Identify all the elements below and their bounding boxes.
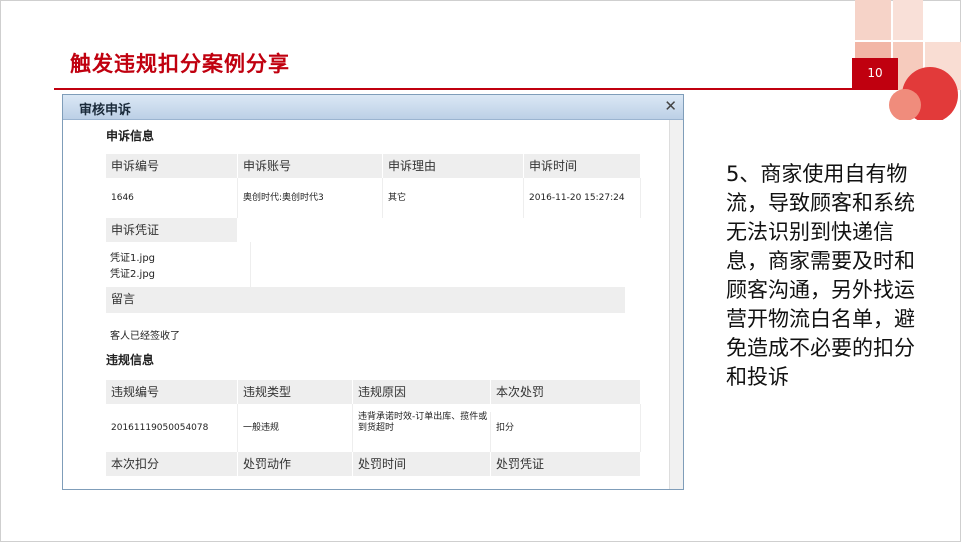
side-note: 5、商家使用自有物流，导致顾客和系统无法识别到快递信息，商家需要及时和顾客沟通，…: [726, 162, 915, 389]
header-appeal-time: 申诉时间: [524, 154, 641, 178]
header-violation-id: 违规编号: [106, 380, 238, 404]
evidence-label: 申诉凭证: [106, 218, 238, 242]
violation-section-title: 违规信息: [106, 353, 155, 367]
header-points-deducted: 本次扣分: [106, 452, 238, 476]
value-appeal-reason: 其它: [383, 178, 524, 218]
evidence-divider: [250, 242, 251, 287]
header-penalty-action: 处罚动作: [238, 452, 353, 476]
message-text: 客人已经签收了: [110, 331, 180, 342]
value-appeal-account: 奥创时代:奥创时代3: [238, 178, 383, 218]
header-violation-type: 违规类型: [238, 380, 353, 404]
header-penalty-evidence: 处罚凭证: [491, 452, 641, 476]
close-icon[interactable]: ✕: [664, 97, 677, 115]
dialog-body: 申诉信息 申诉编号 申诉账号 申诉理由 申诉时间 1646 奥创时代:奥创时代3…: [63, 120, 669, 489]
value-appeal-id: 1646: [106, 178, 238, 218]
header-appeal-account: 申诉账号: [238, 154, 383, 178]
title-underline: [54, 88, 852, 90]
value-penalty: 扣分: [491, 404, 641, 452]
slide-title: 触发违规扣分案例分享: [70, 52, 290, 76]
evidence-file-1[interactable]: 凭证1.jpg: [110, 249, 155, 264]
value-appeal-time: 2016-11-20 15:27:24: [524, 178, 641, 218]
dialog-title: 审核申诉: [79, 103, 132, 118]
value-violation-id: 20161119050054078: [106, 404, 238, 452]
review-appeal-dialog: 审核申诉 ✕ 申诉信息 申诉编号 申诉账号 申诉理由 申诉时间 1646 奥创时…: [62, 94, 684, 490]
value-violation-reason: 违背承诺时效-订单出库、揽件或到货超时: [353, 412, 491, 452]
header-appeal-id: 申诉编号: [106, 154, 238, 178]
evidence-file-2[interactable]: 凭证2.jpg: [110, 265, 155, 280]
dialog-scrollbar[interactable]: [669, 120, 683, 489]
header-appeal-reason: 申诉理由: [383, 154, 524, 178]
value-violation-type: 一般违规: [238, 404, 353, 452]
message-label: 留言: [106, 287, 626, 313]
header-violation-reason: 违规原因: [353, 380, 491, 404]
header-penalty-time: 处罚时间: [353, 452, 491, 476]
page-number: 10: [852, 58, 898, 90]
header-penalty: 本次处罚: [491, 380, 641, 404]
dialog-header: 审核申诉 ✕: [63, 95, 683, 120]
appeal-section-title: 申诉信息: [106, 129, 155, 143]
